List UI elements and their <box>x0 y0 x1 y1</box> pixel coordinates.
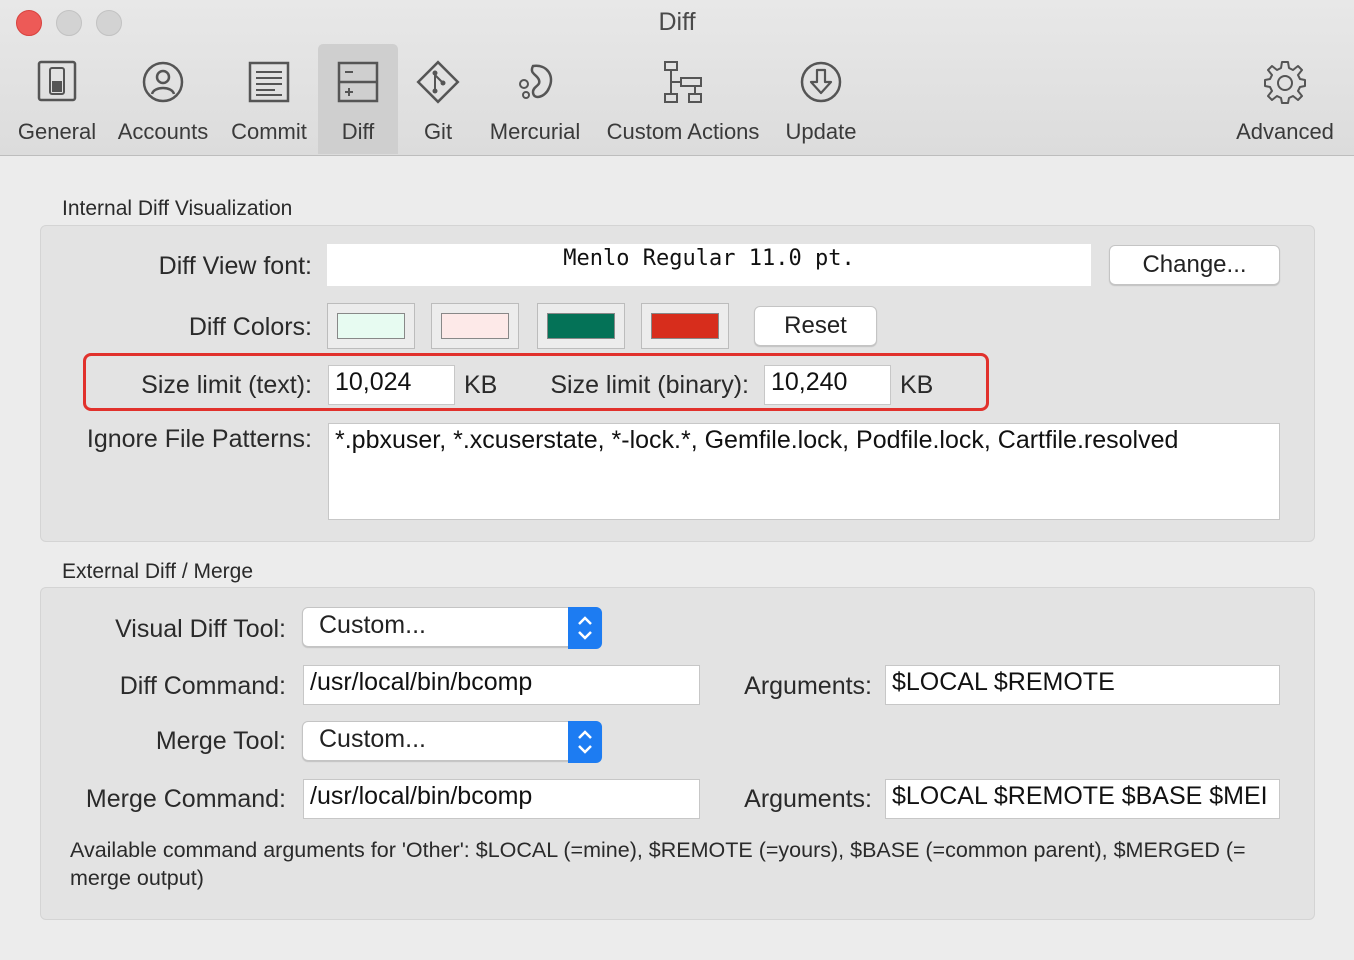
toolbar-label-custom-actions: Custom Actions <box>606 119 760 144</box>
removed-color-well[interactable] <box>431 303 519 349</box>
merge-command-input[interactable]: /usr/local/bin/bcomp <box>303 779 700 819</box>
toolbar-item-advanced[interactable]: Advanced <box>1228 44 1342 154</box>
popup-chevrons-icon <box>568 607 602 649</box>
ignore-file-patterns-label: Ignore File Patterns: <box>86 425 312 453</box>
update-download-icon <box>800 61 842 103</box>
toolbar-label-git: Git <box>423 119 453 144</box>
visual-diff-tool-value: Custom... <box>319 611 426 639</box>
toolbar-item-commit[interactable]: Commit <box>224 44 314 154</box>
general-switch-icon <box>37 60 77 102</box>
toolbar-label-commit: Commit <box>231 119 307 144</box>
toolbar-item-custom-actions[interactable]: Custom Actions <box>598 44 768 154</box>
internal-diff-section-title: Internal Diff Visualization <box>62 197 293 220</box>
git-icon <box>416 60 460 104</box>
added-highlight-color-fill <box>547 313 615 339</box>
toolbar-item-diff[interactable]: Diff <box>318 44 398 154</box>
toolbar-item-general[interactable]: General <box>12 44 102 154</box>
size-limit-highlight-box <box>83 353 989 411</box>
mercurial-icon <box>519 64 553 99</box>
diff-colors-label: Diff Colors: <box>188 313 312 341</box>
diff-view-font-label: Diff View font: <box>158 252 312 280</box>
diff-command-label: Diff Command: <box>119 672 286 700</box>
toolbar-label-diff: Diff <box>341 119 375 144</box>
toolbar-label-accounts: Accounts <box>117 119 209 144</box>
added-color-well[interactable] <box>327 303 415 349</box>
merge-tool-value: Custom... <box>319 725 426 753</box>
custom-actions-icon <box>664 61 702 103</box>
diff-view-font-display: Menlo Regular 11.0 pt. <box>327 244 1091 286</box>
diff-arguments-input[interactable]: $LOCAL $REMOTE <box>885 665 1280 705</box>
toolbar-label-mercurial: Mercurial <box>489 119 581 144</box>
removed-highlight-color-fill <box>651 313 719 339</box>
preferences-window: Diff General Accounts Commit Diff Git Me… <box>0 0 1354 960</box>
merge-command-label: Merge Command: <box>85 785 286 813</box>
added-color-fill <box>337 313 405 339</box>
accounts-person-icon <box>142 61 184 103</box>
removed-highlight-color-well[interactable] <box>641 303 729 349</box>
change-font-button[interactable]: Change... <box>1109 245 1280 285</box>
merge-tool-popup[interactable]: Custom... <box>302 721 602 763</box>
window-title: Diff <box>658 8 696 36</box>
gear-icon <box>1264 61 1306 104</box>
reset-colors-button[interactable]: Reset <box>754 306 877 346</box>
merge-tool-label: Merge Tool: <box>155 727 286 755</box>
merge-arguments-input[interactable]: $LOCAL $REMOTE $BASE $MEI <box>885 779 1280 819</box>
external-diff-section-title: External Diff / Merge <box>62 560 254 583</box>
visual-diff-tool-popup[interactable]: Custom... <box>302 607 602 649</box>
merge-arguments-label: Arguments: <box>744 785 872 813</box>
removed-color-fill <box>441 313 509 339</box>
commit-document-icon <box>248 61 290 103</box>
toolbar-item-accounts[interactable]: Accounts <box>112 44 214 154</box>
visual-diff-tool-label: Visual Diff Tool: <box>115 615 286 643</box>
toolbar-item-git[interactable]: Git <box>404 44 472 154</box>
diff-command-input[interactable]: /usr/local/bin/bcomp <box>303 665 700 705</box>
toolbar-label-update: Update <box>785 119 857 144</box>
popup-chevrons-icon <box>568 721 602 763</box>
toolbar-label-general: General <box>17 119 97 144</box>
toolbar-item-mercurial[interactable]: Mercurial <box>484 44 586 154</box>
available-arguments-help-text: Available command arguments for 'Other':… <box>70 838 1246 890</box>
added-highlight-color-well[interactable] <box>537 303 625 349</box>
ignore-file-patterns-textarea[interactable]: *.pbxuser, *.xcuserstate, *-lock.*, Gemf… <box>328 423 1280 520</box>
toolbar-item-update[interactable]: Update <box>778 44 864 154</box>
diff-arguments-label: Arguments: <box>744 672 872 700</box>
diff-icon <box>337 61 379 103</box>
toolbar-label-advanced: Advanced <box>1236 119 1334 144</box>
title-bar: Diff General Accounts Commit Diff Git Me… <box>0 0 1354 156</box>
